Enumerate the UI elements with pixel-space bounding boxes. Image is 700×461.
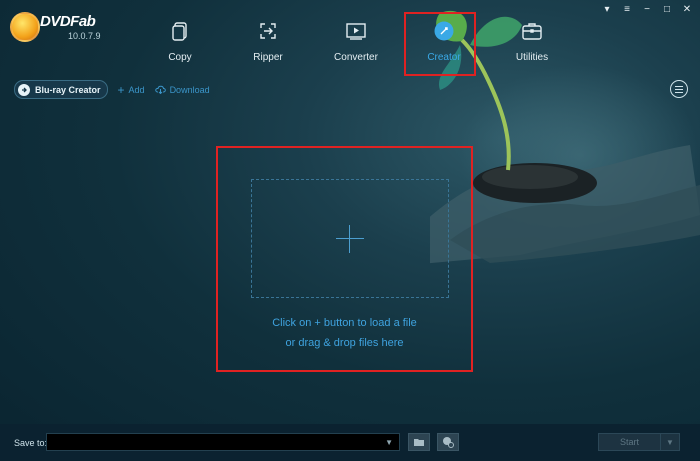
nav-converter-label: Converter (334, 52, 378, 63)
plus-icon: + (117, 82, 125, 97)
converter-icon (346, 23, 366, 40)
nav-copy-label: Copy (168, 52, 192, 63)
ripper-icon (260, 23, 276, 39)
menu-button[interactable] (670, 80, 688, 98)
cloud-download-icon (154, 85, 166, 94)
blu-ray-creator-button[interactable]: Blu-ray Creator (14, 80, 108, 99)
mode-label: Blu-ray Creator (35, 84, 101, 95)
toolbar: Blu-ray Creator + Add Download (14, 80, 210, 99)
nav-utilities-label: Utilities (515, 52, 549, 63)
bottom-bar: Save to: ▼ Start ▼ (0, 424, 700, 461)
add-file-plus-icon[interactable] (336, 225, 364, 253)
start-dropdown-icon[interactable]: ▼ (661, 434, 679, 450)
add-button[interactable]: + Add (118, 84, 145, 96)
save-to-label: Save to: (14, 438, 48, 448)
dropzone-hint-line1: Click on + button to load a file (272, 317, 417, 329)
download-label: Download (169, 84, 210, 95)
start-button[interactable]: Start ▼ (598, 433, 680, 451)
logo-icon (10, 12, 40, 42)
nav-ripper-label: Ripper (253, 52, 283, 63)
main-nav: Copy Ripper Converter Creator Utilities (136, 20, 576, 70)
nav-converter[interactable]: Converter (312, 20, 400, 70)
mode-arrow-icon (18, 83, 30, 96)
disc-settings-icon (443, 437, 454, 448)
nav-ripper[interactable]: Ripper (224, 20, 312, 70)
save-to-field[interactable]: ▼ (46, 433, 400, 451)
browse-folder-button[interactable] (408, 433, 430, 451)
app-logo: DVDFab 10.0.7.9 (10, 10, 101, 46)
start-label: Start (599, 434, 661, 450)
nav-utilities[interactable]: Utilities (488, 20, 576, 70)
iso-output-button[interactable] (437, 433, 459, 451)
app-name: DVDFab (40, 13, 96, 30)
app-version: 10.0.7.9 (68, 31, 101, 41)
copy-icon (172, 22, 187, 41)
add-label: Add (128, 84, 145, 95)
nav-copy[interactable]: Copy (136, 20, 224, 70)
dropzone-hint-line2: or drag & drop files here (285, 337, 404, 349)
creator-highlight-box (404, 12, 476, 76)
download-button[interactable]: Download (154, 84, 210, 95)
list-icon (675, 88, 683, 90)
utilities-icon (522, 23, 542, 40)
folder-icon (414, 439, 424, 446)
chevron-down-icon[interactable]: ▼ (385, 438, 393, 447)
